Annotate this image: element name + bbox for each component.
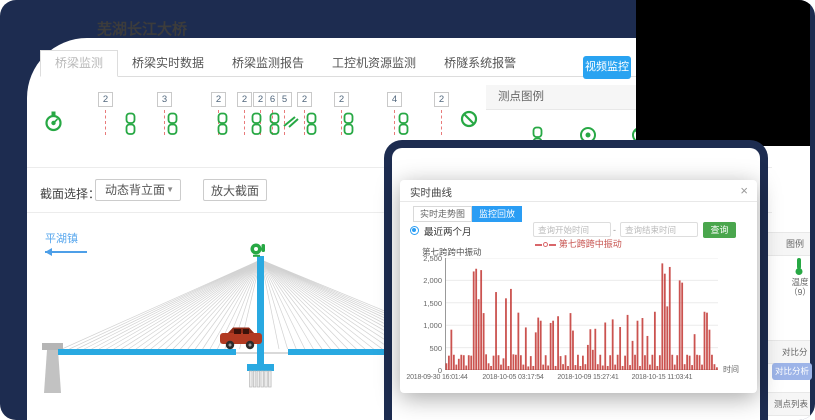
vibration-chart-bars bbox=[445, 258, 718, 370]
sensor-dashed-line bbox=[441, 110, 442, 135]
sensor-count-badge: 4 bbox=[387, 92, 402, 107]
radio-label: 最近两个月 bbox=[424, 224, 472, 238]
chain-icon bbox=[124, 112, 137, 141]
sensor-count-badge: 2 bbox=[334, 92, 349, 107]
tab-item[interactable]: 桥梁实时数据 bbox=[118, 51, 218, 76]
vibration-chart: 第七跨跨中振动 2,5002,0001,5001,0005000 2018-09… bbox=[420, 246, 750, 390]
y-tick-label: 1,500 bbox=[418, 299, 442, 308]
close-icon[interactable]: × bbox=[740, 183, 748, 198]
recent-two-months-radio[interactable] bbox=[410, 226, 419, 235]
bridge-pier-stem bbox=[44, 350, 61, 393]
cable-sensor-icon bbox=[283, 114, 299, 133]
y-tick-label: 500 bbox=[418, 344, 442, 353]
sensor-count-badge: 5 bbox=[277, 92, 292, 107]
tab-item[interactable]: 桥梁监测报告 bbox=[218, 51, 318, 76]
chart-plot-area bbox=[445, 258, 718, 370]
end-time-input[interactable] bbox=[620, 222, 698, 237]
sensor-count-badge: 2 bbox=[434, 92, 449, 107]
sensor-count-badge: 2 bbox=[98, 92, 113, 107]
section-select-label: 截面选择： bbox=[40, 185, 100, 202]
sensor-count-badge: 2 bbox=[237, 92, 252, 107]
chain-icon bbox=[216, 112, 229, 141]
dialog-tabbar: 实时走势图监控回放 bbox=[413, 206, 522, 222]
ban-icon bbox=[460, 110, 478, 133]
chain-icon bbox=[166, 112, 179, 141]
camera-icon bbox=[251, 244, 266, 257]
chain-icon bbox=[305, 112, 318, 141]
tab-item[interactable]: 工控机资源监测 bbox=[318, 51, 430, 76]
screen: 芜湖长江大桥 桥梁监测桥梁实时数据桥梁监测报告工控机资源监测桥隧系统报警 视频监… bbox=[0, 0, 815, 420]
sensor-dashed-line bbox=[394, 110, 395, 135]
tab-item[interactable]: 桥隧系统报警 bbox=[430, 51, 530, 76]
sensor-dashed-line bbox=[244, 110, 245, 135]
sensor-count-badge: 3 bbox=[157, 92, 172, 107]
section-select-value: 动态背立面 bbox=[105, 183, 165, 197]
temperature-count: （9） bbox=[782, 286, 815, 298]
y-tick-label: 1,000 bbox=[418, 321, 442, 330]
dialog-title: 实时曲线 bbox=[410, 185, 452, 200]
chain-icon bbox=[268, 112, 281, 141]
sensor-count-badge: 2 bbox=[297, 92, 312, 107]
video-monitor-button[interactable]: 视频监控 bbox=[583, 56, 631, 79]
x-axis-label: 时间 bbox=[723, 364, 739, 375]
page-title: 芜湖长江大桥 bbox=[97, 18, 187, 39]
chain-icon bbox=[342, 112, 355, 141]
dialog-header: 实时曲线 × bbox=[400, 180, 757, 202]
sensor-dashed-line bbox=[105, 110, 106, 135]
sensor-count-badge: 2 bbox=[211, 92, 226, 107]
realtime-curve-dialog: 实时曲线 × 实时走势图监控回放 最近两个月 - 查询 第七跨跨中振动 第七跨跨… bbox=[400, 180, 757, 393]
tab-item[interactable]: 桥梁监测 bbox=[40, 50, 118, 77]
gauge-icon bbox=[44, 111, 63, 137]
range-separator: - bbox=[613, 225, 616, 235]
query-button[interactable]: 查询 bbox=[703, 222, 736, 238]
tower-piles bbox=[250, 371, 272, 387]
compare-analysis-button[interactable]: 对比分析 bbox=[772, 363, 812, 380]
bridge-deck-left bbox=[58, 349, 236, 355]
start-time-input[interactable] bbox=[533, 222, 611, 237]
dialog-tab-item[interactable]: 监控回放 bbox=[472, 206, 522, 222]
sensor-row: 23222652242 bbox=[27, 88, 547, 148]
chain-icon bbox=[397, 112, 410, 141]
zoom-section-button[interactable]: 放大截面 bbox=[203, 179, 267, 201]
bridge-tower bbox=[257, 256, 264, 371]
x-tick-label: 2018-10-15 11:03:41 bbox=[617, 374, 707, 381]
section-select[interactable]: 动态背立面 ▼ bbox=[95, 179, 181, 201]
dialog-tab-item[interactable]: 实时走势图 bbox=[413, 206, 472, 222]
tower-foundation-cap bbox=[247, 364, 274, 371]
desktop-black-area bbox=[636, 0, 810, 146]
y-tick-label: 2,500 bbox=[418, 254, 442, 263]
y-tick-label: 2,000 bbox=[418, 276, 442, 285]
sensor-dashed-line bbox=[164, 110, 165, 135]
chain-icon bbox=[250, 112, 263, 141]
bridge-pier bbox=[42, 343, 63, 350]
caret-down-icon: ▼ bbox=[166, 180, 174, 200]
